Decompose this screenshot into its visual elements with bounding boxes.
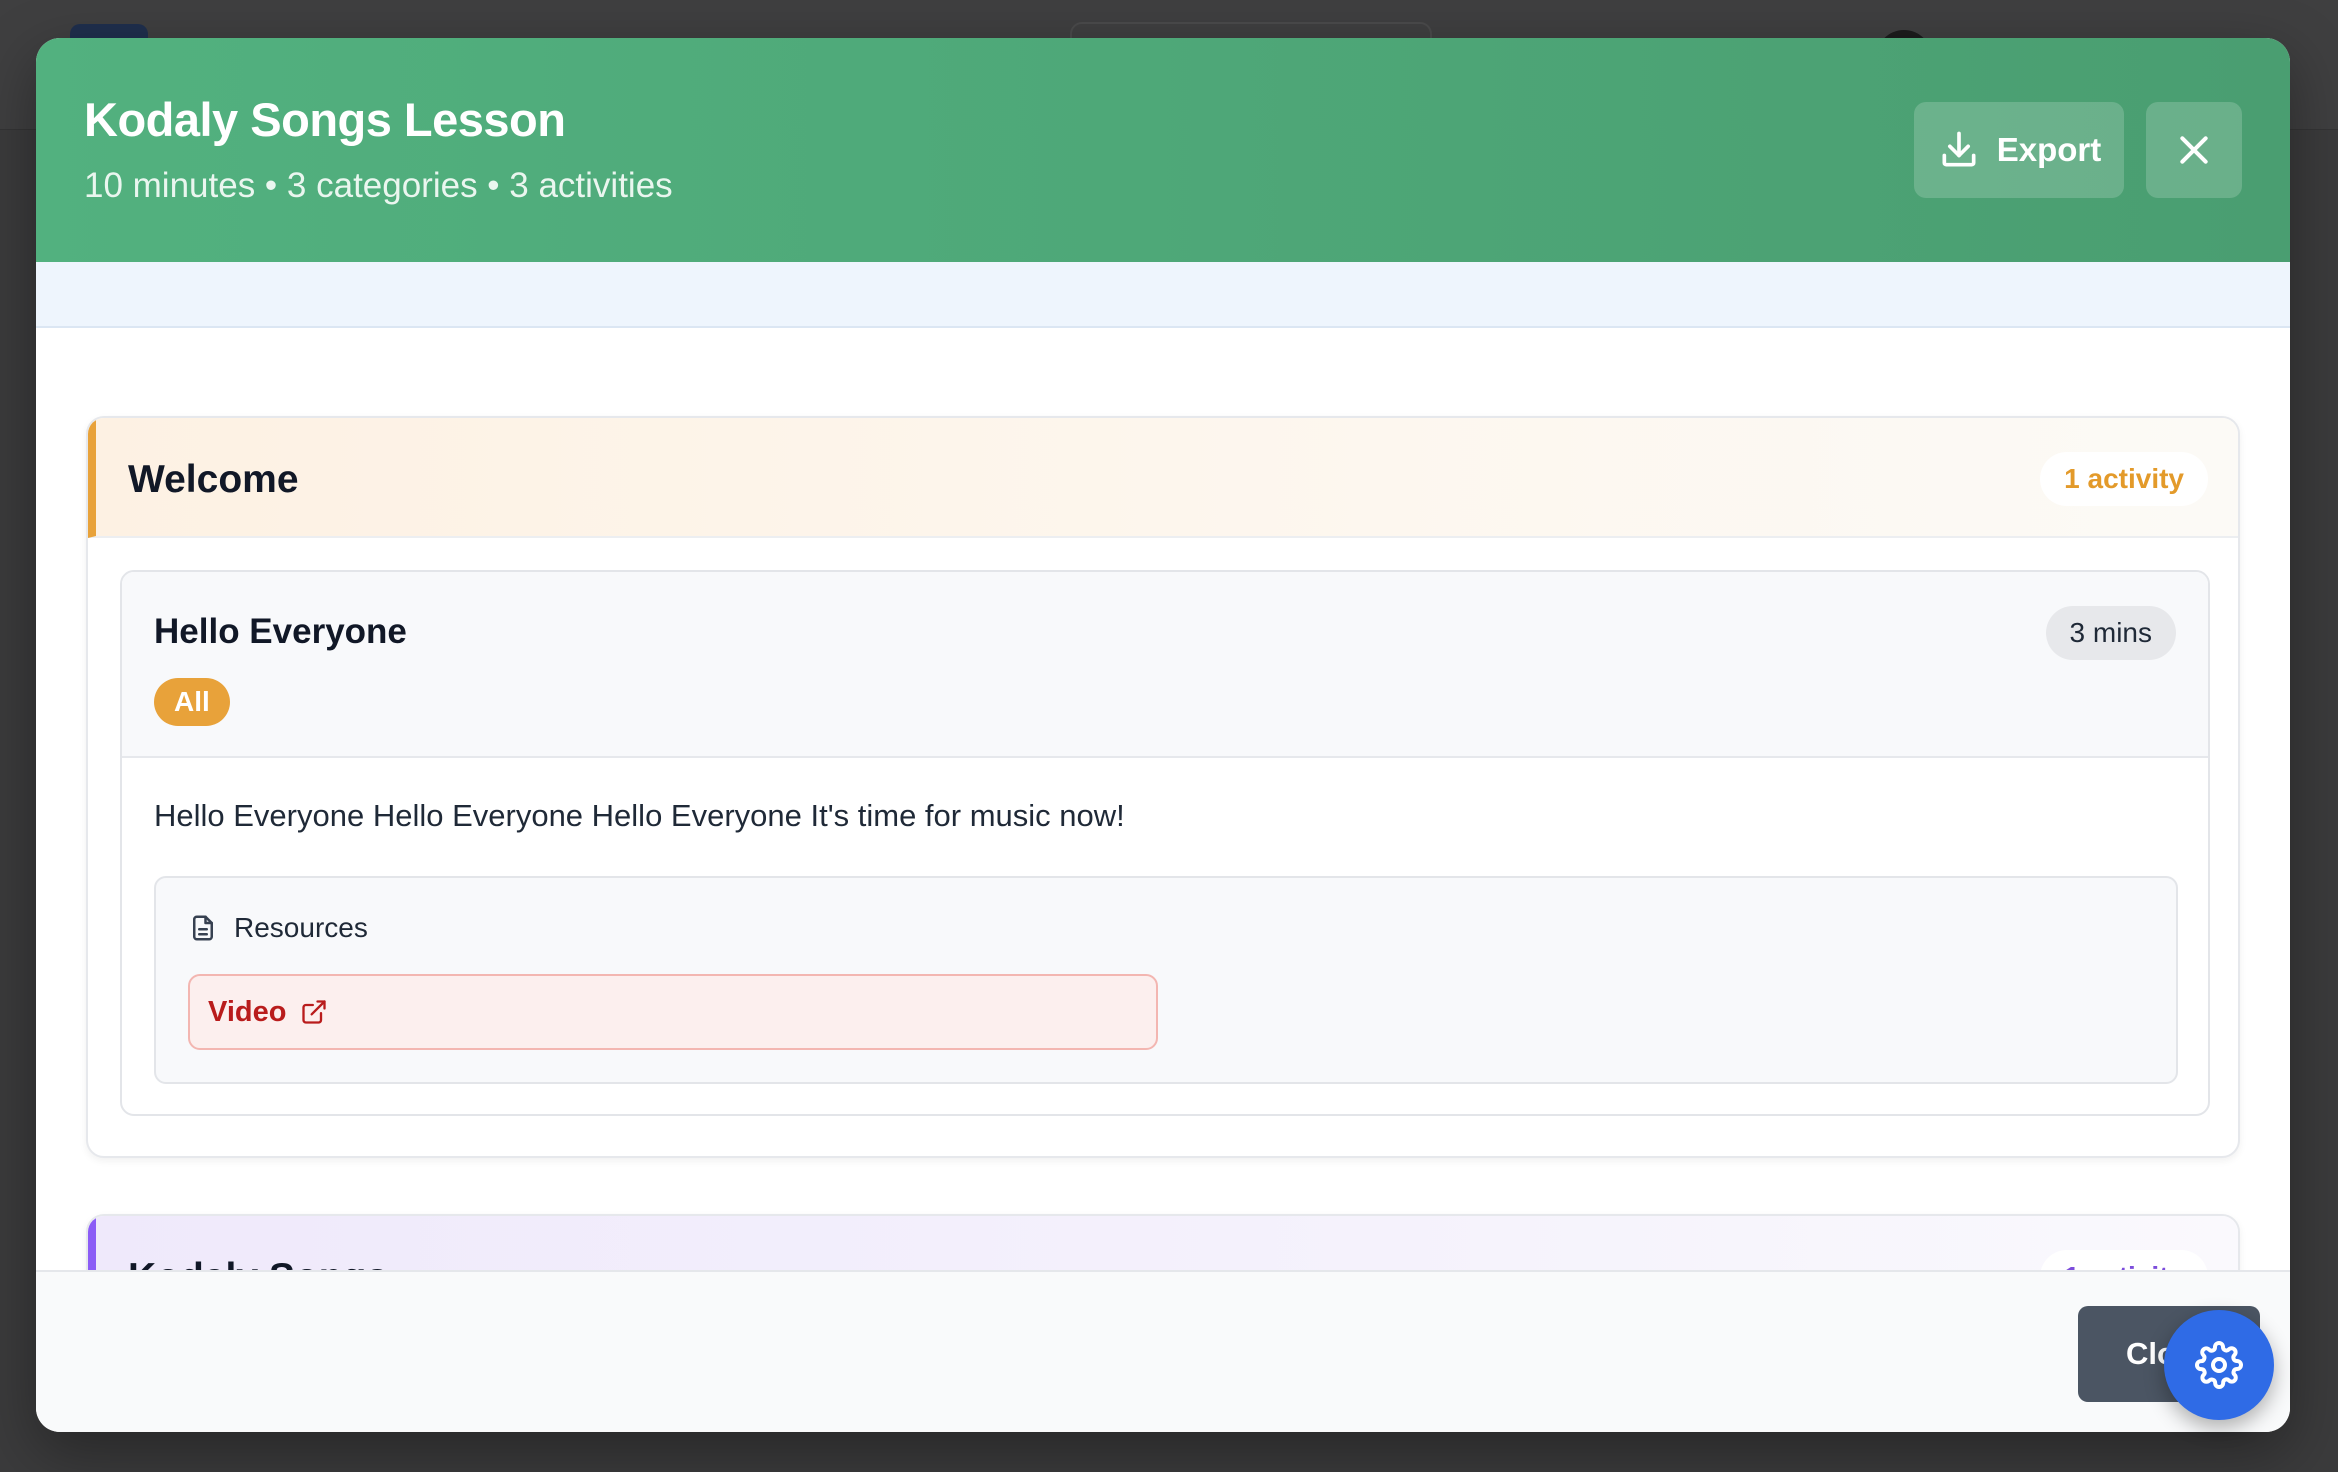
export-label: Export [1996,131,2102,168]
activity-description: Hello Everyone Hello Everyone Hello Ever… [154,798,1125,833]
category-header[interactable]: Welcome 1 activity [88,418,2238,538]
document-icon [193,915,213,941]
settings-fab[interactable] [2164,1310,2274,1420]
resources-header: Resources [188,912,368,944]
resources-panel: Resources Video [154,876,2178,1084]
category-welcome: Welcome 1 activity Hello Everyone All 3 … [86,416,2240,1158]
resources-label: Resources [234,912,368,943]
category-activity-count: 1 activity [2040,452,2208,506]
close-icon [2180,136,2208,164]
activity-header: Hello Everyone All 3 mins [122,572,2208,758]
modal-body[interactable]: Welcome 1 activity Hello Everyone All 3 … [36,328,2290,1308]
activity-tag: All [154,678,230,726]
external-link-icon [302,1000,327,1024]
lesson-modal: Kodaly Songs Lesson 10 minutes • 3 categ… [36,38,2290,1432]
activity-card: Hello Everyone All 3 mins Hello Everyone… [120,570,2210,1116]
modal-subtitle: 10 minutes • 3 categories • 3 activities [84,166,673,205]
gear-icon [2195,1341,2243,1389]
modal-header: Kodaly Songs Lesson 10 minutes • 3 categ… [36,38,2290,262]
export-button[interactable]: Export [1914,102,2124,198]
resource-link-video[interactable]: Video [188,974,1158,1050]
category-title: Welcome [128,458,299,501]
header-strip [36,262,2290,328]
modal-close-button[interactable] [2146,102,2242,198]
modal-title: Kodaly Songs Lesson [84,93,566,146]
activity-title: Hello Everyone [154,612,407,651]
resource-link-label: Video [208,995,287,1028]
download-icon [1942,131,1976,167]
activity-duration-badge: 3 mins [2045,606,2176,660]
modal-footer: Close [36,1270,2290,1432]
